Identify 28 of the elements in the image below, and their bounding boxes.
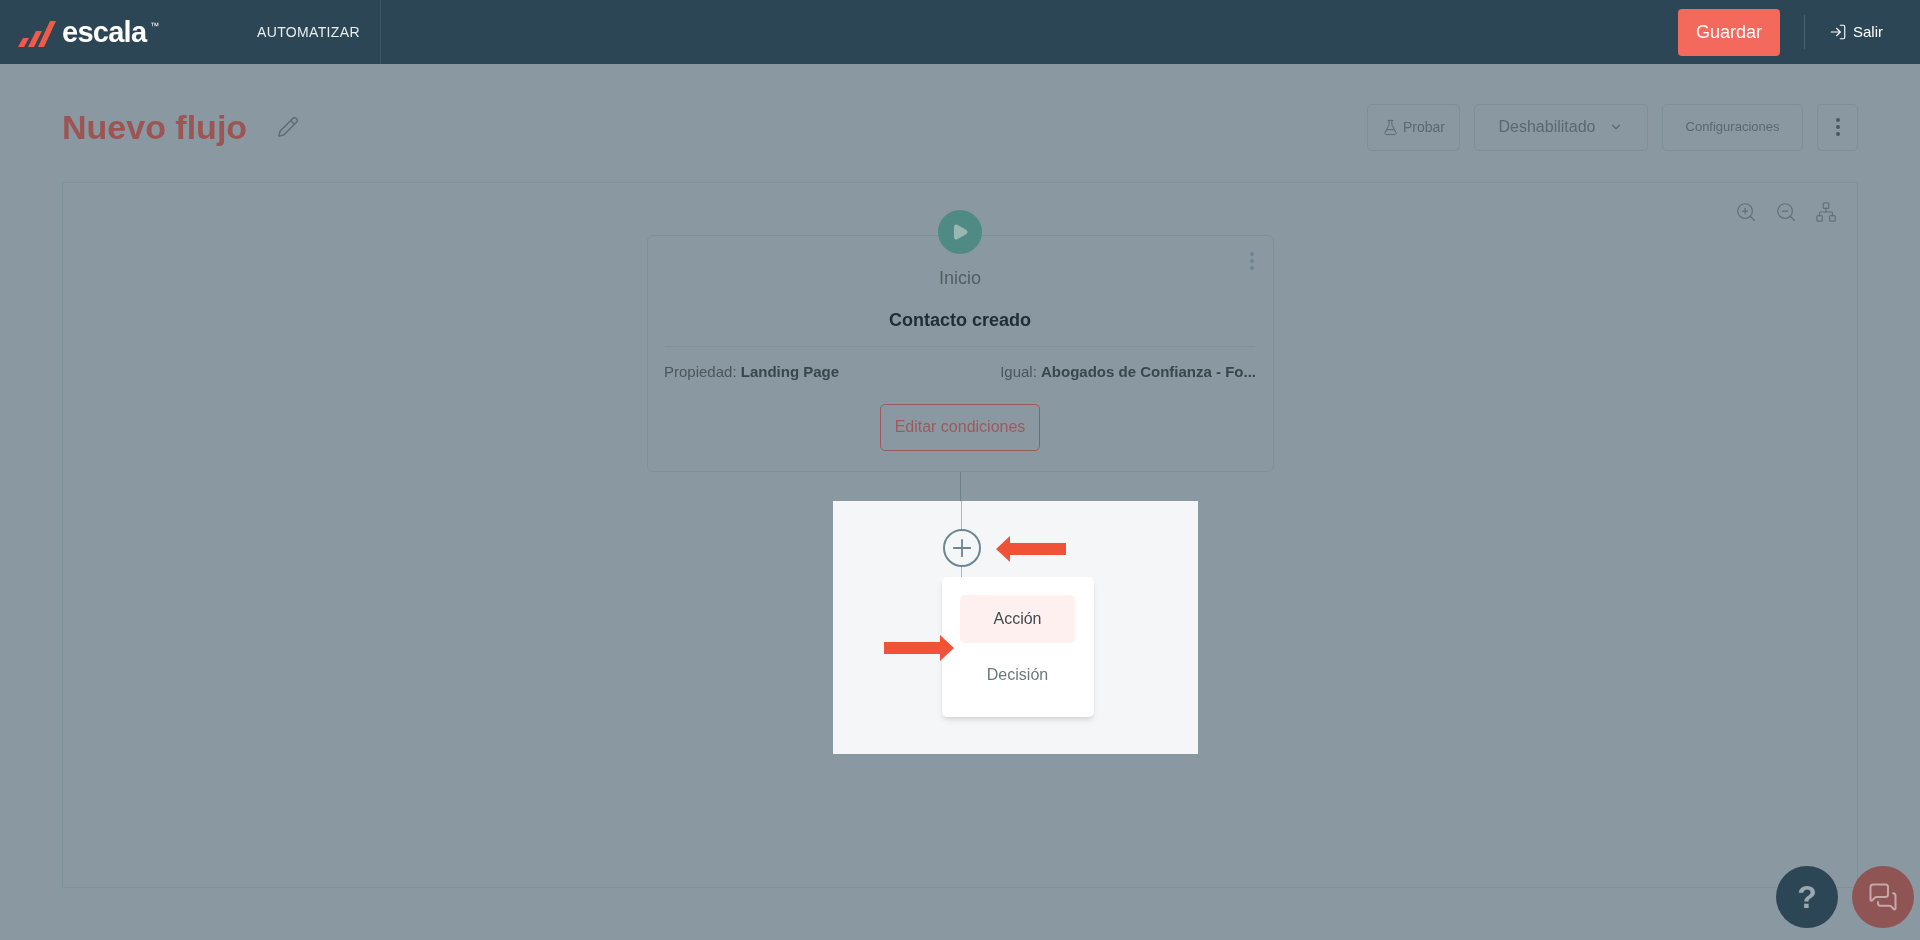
flask-icon [1381,118,1399,136]
help-button[interactable]: ? [1776,866,1838,928]
more-button[interactable] [1817,103,1858,151]
logo-wordmark: escala [62,17,147,47]
exit-icon [1829,23,1847,41]
layout-icon[interactable] [1815,201,1837,223]
logo-slashes-icon [18,20,58,47]
menu-item[interactable]: Acción [960,595,1075,643]
node-label: Inicio [939,267,981,290]
save-button[interactable]: Guardar [1677,8,1780,56]
condition-text: Igual: Abogados de Confianza - Fo... [1000,362,1256,382]
zoom-in-icon[interactable] [1735,201,1757,223]
node-menu-icon[interactable] [1249,252,1254,270]
trademark-mark: ™ [150,19,160,33]
chat-icon [1868,882,1898,912]
arrow-icon [883,633,954,663]
arrow-icon [995,534,1066,564]
condition-text: Propiedad: Landing Page [664,362,840,382]
edit-icon[interactable] [277,116,300,138]
page-title: Nuevo flujo [62,106,248,148]
play-icon [951,223,969,241]
add-step-button[interactable] [942,529,981,567]
more-icon[interactable] [1835,118,1840,136]
nav-item[interactable]: AUTOMATIZAR [235,21,360,43]
menu-item[interactable]: Decisión [960,651,1075,699]
exit-link[interactable]: Salir [1829,20,1883,44]
node-trigger: Contacto creado [889,309,1031,332]
zoom-out-icon[interactable] [1775,201,1797,223]
